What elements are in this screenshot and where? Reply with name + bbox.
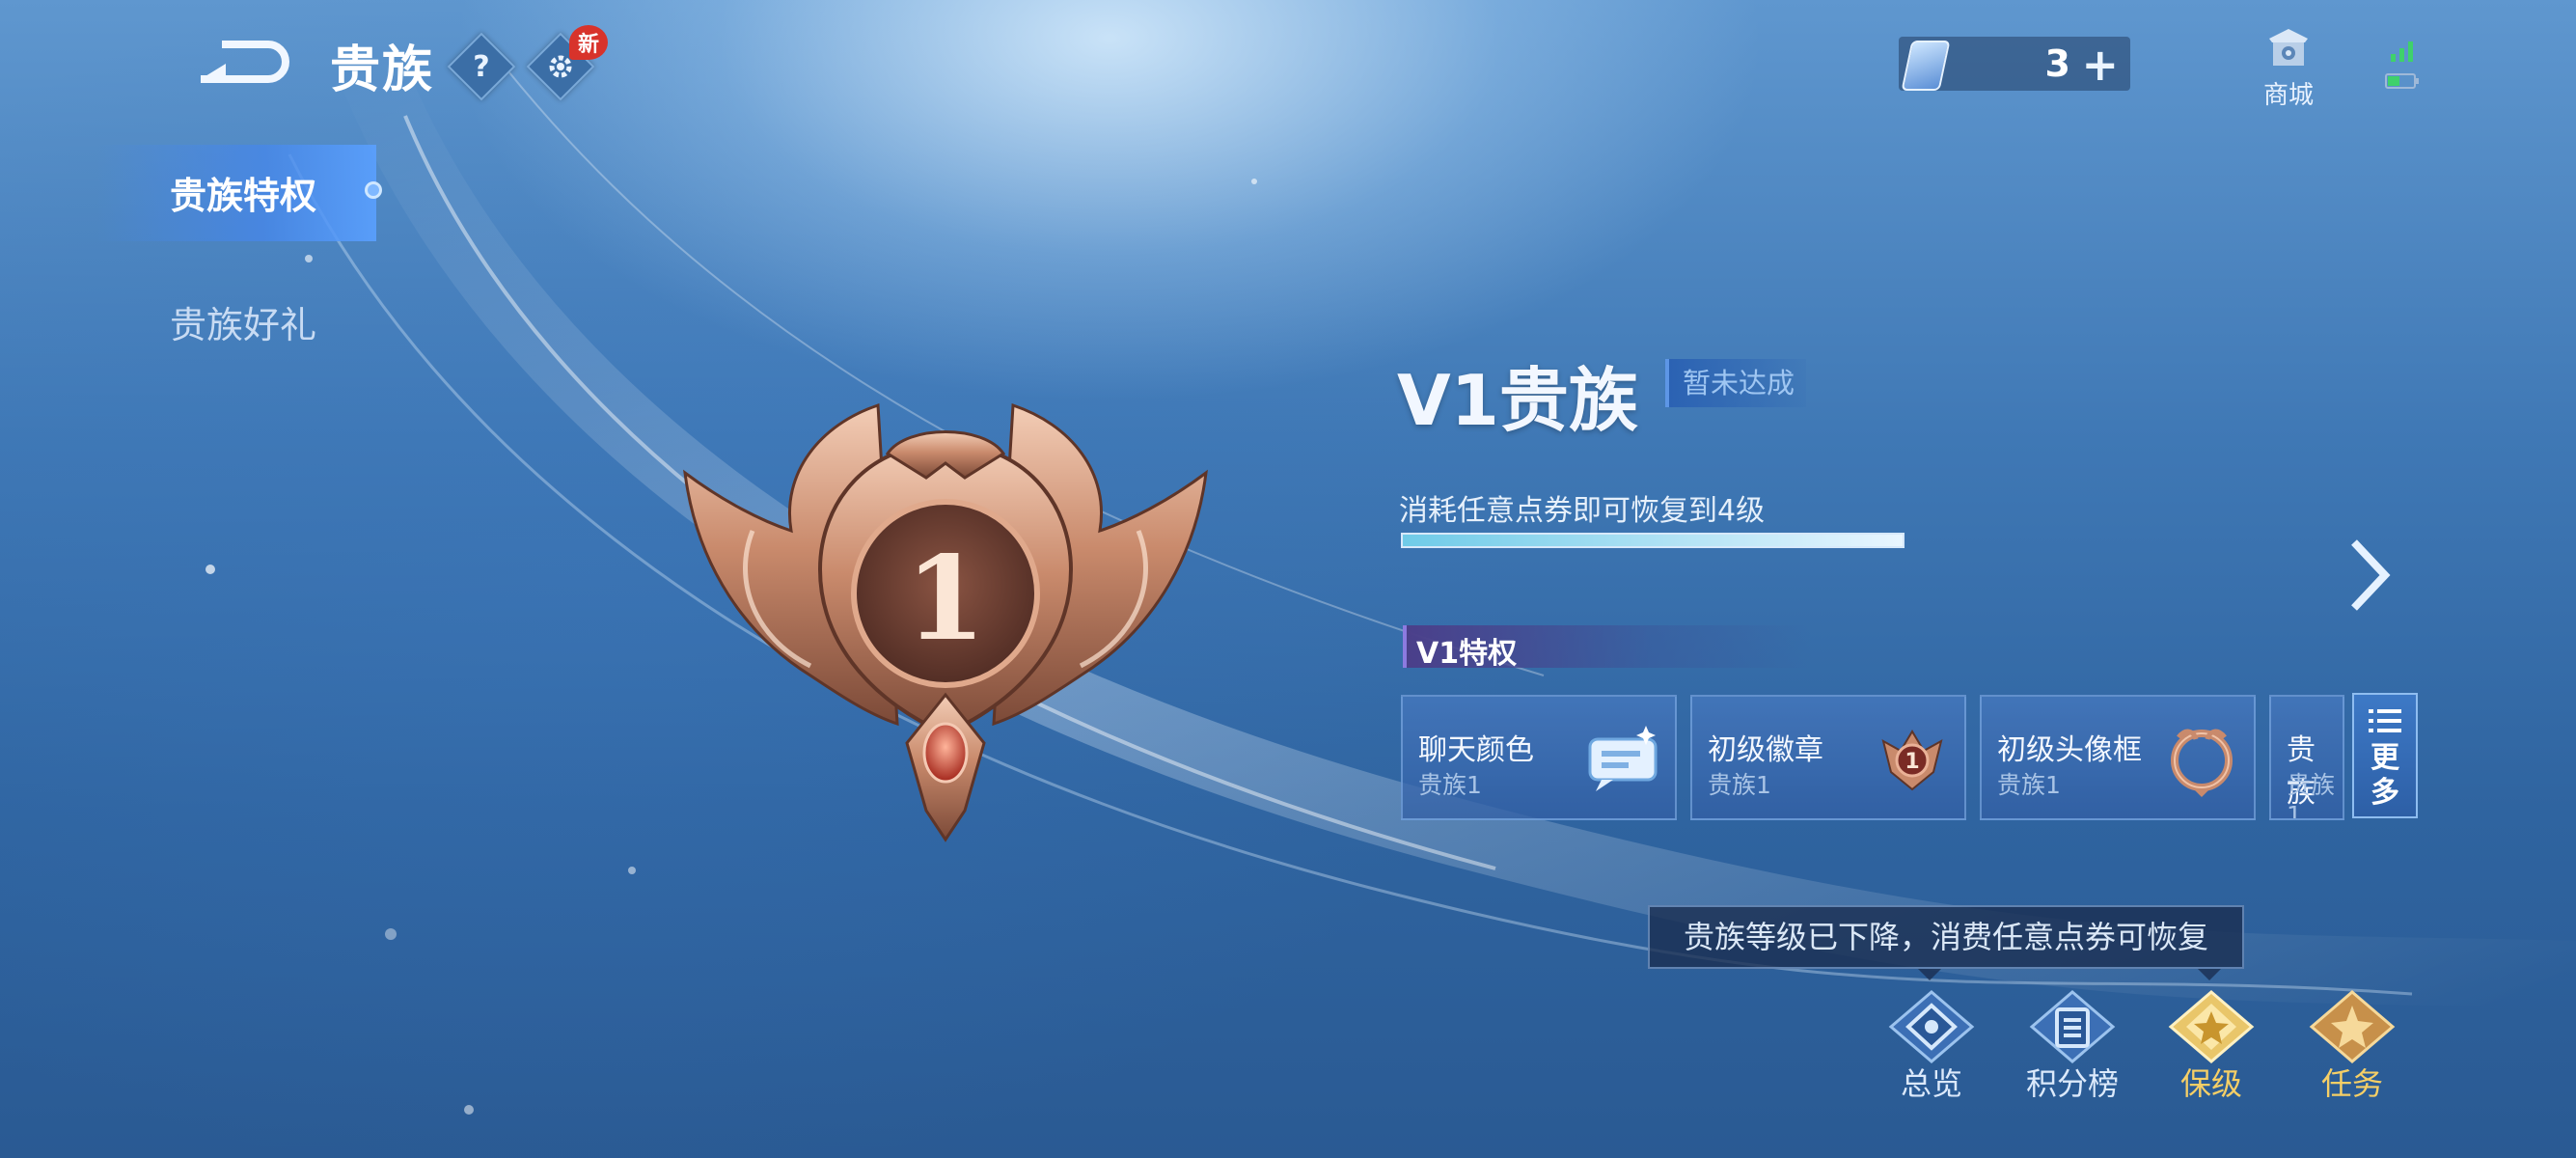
privilege-card-avatar-frame[interactable]: 初级头像框 贵族1: [1980, 695, 2256, 820]
page-title: 贵族: [330, 41, 435, 99]
tab-task[interactable]: 任务: [2294, 988, 2410, 1104]
background-swirl: [206, 38, 2576, 1115]
restore-hint: 消耗任意点券即可恢复到4级: [1399, 494, 1766, 528]
ticket-currency: 3 +: [1899, 37, 2130, 91]
shop-label: 商城: [2262, 81, 2314, 110]
svg-text:1: 1: [1905, 750, 1919, 774]
help-button[interactable]: ?: [447, 32, 516, 101]
tab-keep-level-label: 保级: [2179, 1065, 2242, 1102]
keep-level-icon: [2168, 990, 2255, 1063]
emblem-level-number: 1: [905, 531, 986, 667]
status-badge: 暂未达成: [1665, 359, 1806, 407]
battery-icon: [2385, 73, 2419, 89]
new-badge: 新: [569, 25, 608, 60]
chat-bubble-icon: [1588, 726, 1658, 791]
ranking-icon: [2029, 990, 2116, 1063]
tab-keep-level[interactable]: 保级: [2153, 988, 2269, 1104]
privilege-header: V1特权: [1403, 625, 1812, 671]
sidebar-active-indicator: [365, 181, 382, 199]
tab-ranking[interactable]: 积分榜: [2014, 988, 2130, 1104]
sidebar-item-noble-gifts[interactable]: 贵族好礼: [170, 295, 316, 348]
privilege-level: 贵族1: [2287, 771, 2336, 820]
ticket-icon: [1901, 41, 1951, 91]
privilege-header-label: V1特权: [1416, 637, 1518, 671]
add-ticket-button[interactable]: +: [2081, 39, 2119, 91]
privilege-name: 初级徽章: [1708, 733, 1823, 767]
level-drop-tooltip: 贵族等级已下降，消费任意点券可恢复: [1648, 905, 2244, 969]
privilege-level: 贵族1: [1997, 771, 2061, 799]
privilege-level: 贵族1: [1708, 771, 1771, 799]
next-level-arrow[interactable]: [2344, 537, 2393, 614]
privilege-name: 初级头像框: [1997, 733, 2142, 767]
sidebar-item-noble-privileges[interactable]: 贵族特权: [170, 166, 316, 219]
signal-icon: [2391, 41, 2413, 62]
task-icon: [2309, 990, 2396, 1063]
level-title: V1贵族: [1397, 360, 1638, 441]
privilege-level: 贵族1: [1418, 771, 1482, 799]
avatar-frame-icon: [2171, 729, 2233, 797]
tooltip-pointer: [1918, 969, 1941, 980]
list-icon: [2369, 709, 2401, 732]
privilege-card-badge[interactable]: 初级徽章 贵族1 1: [1690, 695, 1966, 820]
more-privileges-button[interactable]: 更多: [2352, 693, 2418, 818]
privilege-name: 聊天颜色: [1418, 733, 1534, 767]
shop-icon: [2269, 29, 2308, 66]
overview-icon: [1888, 990, 1975, 1063]
badge-icon: 1: [1881, 730, 1943, 791]
more-label: 更多: [2370, 741, 2399, 810]
ticket-count: 3: [2044, 42, 2070, 85]
tab-ranking-label: 积分榜: [2025, 1065, 2119, 1102]
privilege-card-partial[interactable]: 贵族 贵族1: [2269, 695, 2344, 820]
back-arrow-icon: [201, 41, 289, 83]
tooltip-pointer: [2198, 969, 2221, 980]
privilege-card-chat-color[interactable]: 聊天颜色 贵族1: [1401, 695, 1677, 820]
tab-overview-label: 总览: [1900, 1065, 1962, 1102]
noble-emblem: 1: [683, 402, 1208, 842]
tab-overview[interactable]: 总览: [1874, 988, 1989, 1104]
back-button[interactable]: [193, 33, 299, 91]
shop-button[interactable]: 商城: [2252, 25, 2325, 111]
level-progress-fill: [1403, 535, 1903, 546]
help-icon: ?: [473, 49, 490, 84]
tab-task-label: 任务: [2320, 1065, 2383, 1102]
level-progress-bar: [1401, 533, 1905, 548]
